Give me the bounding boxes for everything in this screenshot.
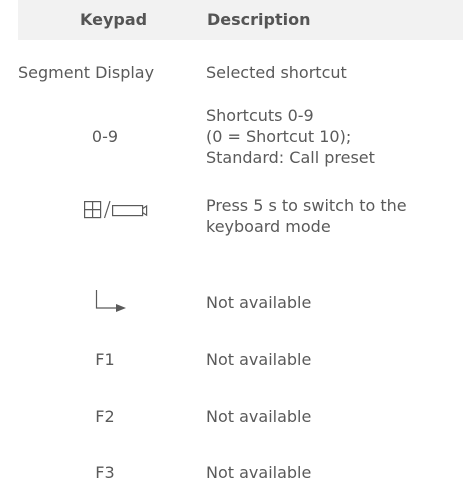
keypad-key-label: 0-9 bbox=[91, 127, 119, 146]
description-line: (0 = Shortcut 10); bbox=[206, 127, 352, 146]
description-line: Selected shortcut bbox=[206, 63, 347, 82]
keypad-key-label: F1 bbox=[95, 350, 115, 369]
description-line: Not available bbox=[206, 407, 312, 426]
row-description: Shortcuts 0-9 (0 = Shortcut 10); Standar… bbox=[206, 105, 456, 168]
description-line: Not available bbox=[206, 350, 312, 369]
keypad-column-header: Keypad bbox=[80, 10, 148, 29]
description-line: Not available bbox=[206, 293, 312, 312]
row-description: Not available bbox=[206, 349, 456, 370]
row-description: Not available bbox=[206, 406, 456, 427]
description-line: keyboard mode bbox=[206, 217, 331, 236]
row-description: Not available bbox=[206, 292, 456, 313]
description-line: Not available bbox=[206, 463, 312, 482]
keypad-key-label: F2 bbox=[95, 407, 115, 426]
description-line: Standard: Call preset bbox=[206, 148, 375, 167]
row-description: Press 5 s to switch to the keyboard mode bbox=[206, 195, 456, 237]
grid-camera-toggle-icon bbox=[78, 200, 178, 220]
keypad-key-label: F3 bbox=[95, 463, 115, 482]
description-line: Shortcuts 0-9 bbox=[206, 106, 314, 125]
row-description: Not available bbox=[206, 462, 456, 483]
keypad-key-label: Segment Display bbox=[18, 63, 155, 82]
description-column-header: Description bbox=[207, 10, 311, 29]
description-line: Press 5 s to switch to the bbox=[206, 196, 407, 215]
enter-arrow-icon bbox=[84, 288, 144, 314]
row-description: Selected shortcut bbox=[206, 62, 456, 83]
table-header: Keypad Description bbox=[18, 0, 463, 40]
